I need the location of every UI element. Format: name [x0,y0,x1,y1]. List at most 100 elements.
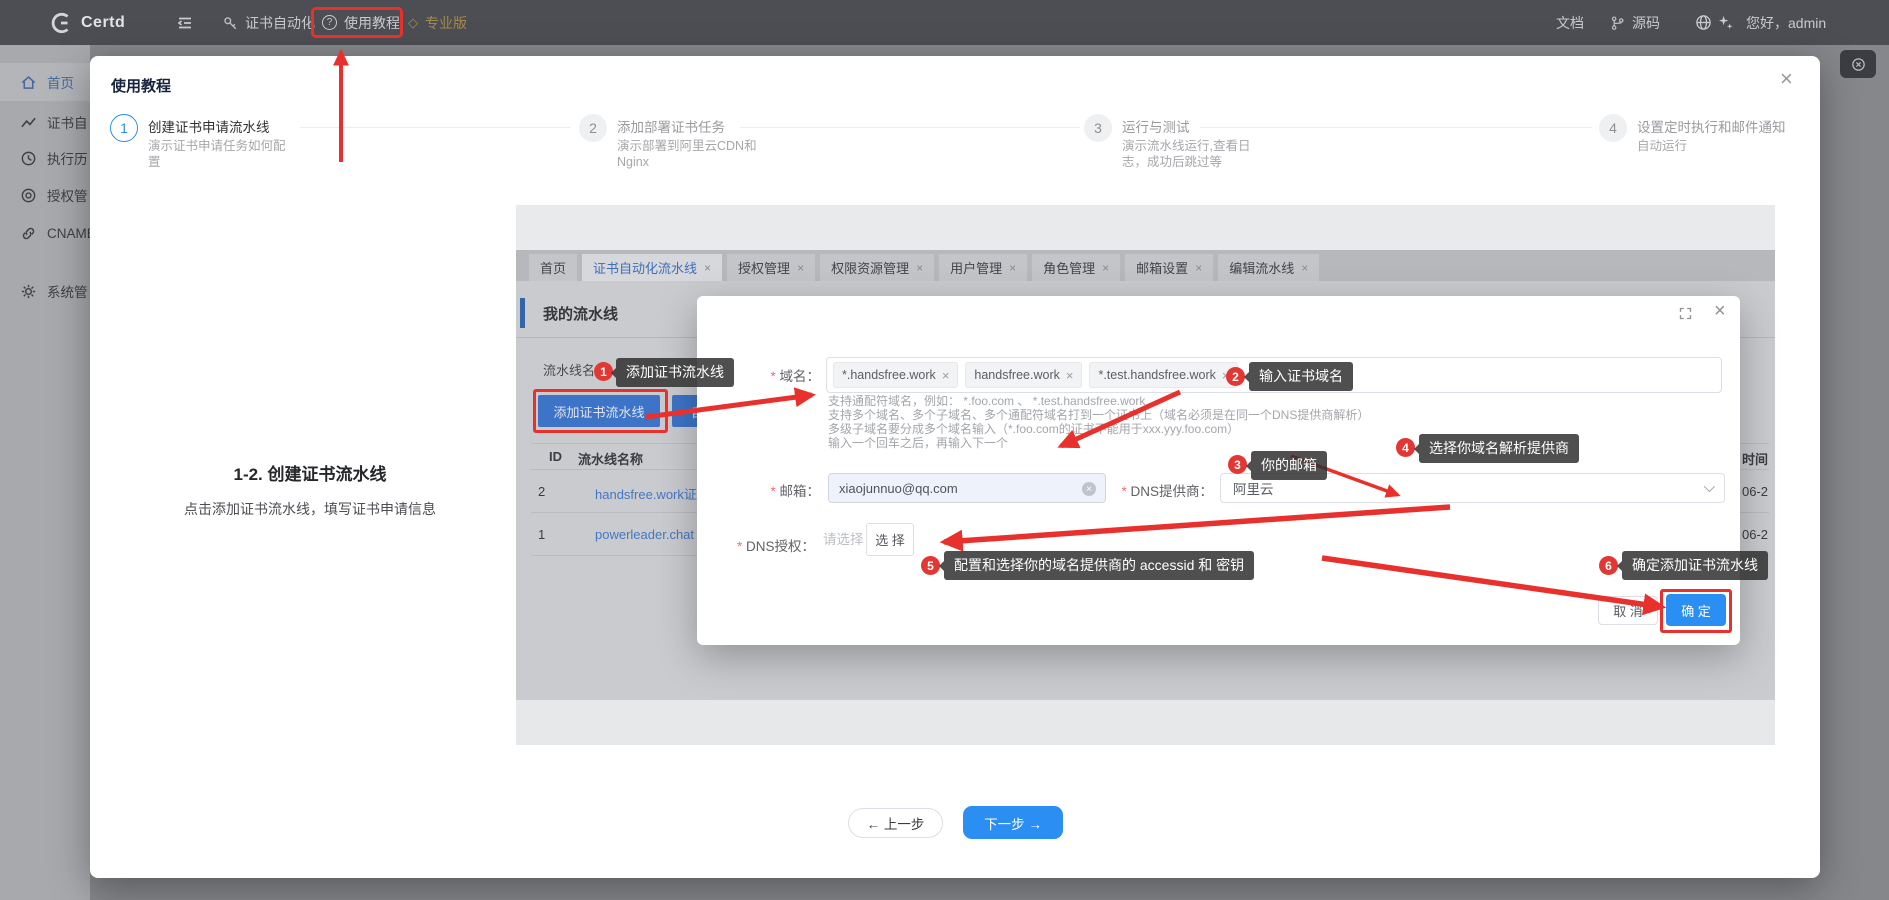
tab-users[interactable]: 用户管理× [939,254,1027,281]
add-pipeline-button[interactable]: 添加证书流水线 [538,395,660,427]
git-branch-icon [1610,15,1625,31]
tutorial-modal: 使用教程 × 1 创建证书申请流水线 演示证书申请任务如何配置 2 添加部署证书… [90,56,1820,878]
tag-remove-icon[interactable]: × [1222,368,1230,383]
notification-close-button[interactable] [1840,50,1876,78]
email-label: 邮箱： [697,480,820,500]
next-step-button[interactable]: 下一步 → [963,806,1063,839]
sidebar-item-cname[interactable]: CNAME [0,214,90,252]
clock-icon [20,150,37,167]
dns-provider-value: 阿里云 [1233,478,1274,498]
nav-tutorial[interactable]: ? 使用教程 [322,0,400,45]
tab-roles[interactable]: 角色管理× [1032,254,1120,281]
sidebar-item-history[interactable]: 执行历 [0,139,90,177]
pipeline-filter-label: 流水线名 [543,360,595,379]
tutorial-close-button[interactable]: × [1776,64,1797,94]
dns-provider-select[interactable]: 阿里云 [1220,473,1725,503]
tab-edit-pipeline[interactable]: 编辑流水线× [1218,254,1319,281]
tab-email-settings[interactable]: 邮箱设置× [1125,254,1213,281]
table-row-time: 06-2 [1742,484,1768,499]
tag-remove-icon[interactable]: × [942,368,950,383]
nav-cert-automation-label: 证书自动化 [245,13,315,33]
cancel-button[interactable]: 取 消 [1598,596,1658,625]
tab-cert-pipeline[interactable]: 证书自动化流水线× [582,254,722,281]
sidebar-item-home[interactable]: 首页 [0,63,90,101]
domain-label: 域名： [697,365,820,385]
chevron-down-icon [1704,481,1715,492]
sparkles-icon [1717,14,1734,31]
tab-permission[interactable]: 权限资源管理× [820,254,934,281]
sidebar: 首页 证书自 执行历 授权管 CNAME [0,45,90,900]
step-connector [300,127,570,128]
clear-input-icon[interactable]: × [1082,482,1096,496]
app-logo-text: Certd [81,14,125,32]
sidebar-item-label: 证书自 [47,112,88,132]
add-pipeline-dialog: × 域名： *.handsfree.work× handsfree.work× … [697,296,1740,645]
step-2-desc: 演示部署到阿里云CDN和Nginx [617,138,759,170]
step-explain-desc: 点击添加证书流水线，填写证书申请信息 [100,499,520,519]
step-1-number: 1 [110,114,138,142]
nav-docs[interactable]: 文档 [1556,0,1584,45]
email-field[interactable] [828,473,1106,503]
demo-footer-strip [516,700,1775,745]
step-4-number: 4 [1599,114,1627,142]
nav-pro-label: 专业版 [425,13,467,33]
table-col-name: 流水线名称 [578,449,643,468]
step-explain-title: 1-2. 创建证书流水线 [100,460,520,485]
sidebar-item-label: 首页 [47,72,74,92]
sidebar-item-cert-automation[interactable]: 证书自 [0,103,90,141]
user-menu[interactable]: 您好，admin [1746,0,1826,45]
nav-docs-label: 文档 [1556,13,1584,33]
step-connector [740,127,1080,128]
step-1-desc: 演示证书申请任务如何配置 [148,138,290,170]
nav-tutorial-label: 使用教程 [344,13,400,33]
sidebar-item-label: 系统管 [47,281,88,301]
sidebar-item-authorization[interactable]: 授权管 [0,176,90,214]
tab-close-icon[interactable]: × [1009,261,1016,275]
fullscreen-icon[interactable] [1678,306,1693,321]
user-greeting: 您好，admin [1746,13,1826,33]
gear-icon [20,283,37,300]
app-logo[interactable]: Certd [48,0,125,45]
tab-close-icon[interactable]: × [797,261,804,275]
pipeline-link[interactable]: handsfree.work证 [595,484,697,503]
tab-home[interactable]: 首页 [529,254,577,281]
nav-cert-automation[interactable]: 证书自动化 [222,0,315,45]
tab-close-icon[interactable]: × [1301,261,1308,275]
tab-close-icon[interactable]: × [1195,261,1202,275]
sidebar-item-system[interactable]: 系统管 [0,272,90,310]
nav-source-label: 源码 [1632,13,1660,33]
confirm-button[interactable]: 确 定 [1666,594,1726,626]
prev-step-button[interactable]: ← 上一步 [848,808,943,838]
dns-provider-label: DNS提供商： [1097,480,1213,500]
trend-chart-icon [20,114,37,131]
step-2: 2 添加部署证书任务 演示部署到阿里云CDN和Nginx [579,114,759,170]
theme-sparkle-button[interactable] [1717,0,1734,45]
tag-remove-icon[interactable]: × [1066,368,1074,383]
tab-authorization[interactable]: 授权管理× [727,254,815,281]
sidebar-item-label: 执行历 [47,148,88,168]
step-1: 1 创建证书申请流水线 演示证书申请任务如何配置 [110,114,290,170]
tab-close-icon[interactable]: × [704,261,711,275]
collapse-menu-icon [176,14,194,32]
step-3-desc: 演示流水线运行,查看日志，成功后跳过等 [1122,138,1264,170]
home-icon [20,74,37,91]
tab-close-icon[interactable]: × [1102,261,1109,275]
dialog-close-button[interactable]: × [1714,300,1726,323]
certd-logo-icon [48,10,74,36]
step-3: 3 运行与测试 演示流水线运行,查看日志，成功后跳过等 [1084,114,1264,170]
language-button[interactable] [1695,0,1712,45]
close-circle-icon [1851,57,1866,72]
pipeline-link[interactable]: powerleader.chat [595,527,694,542]
domain-tag: *.test.handsfree.work× [1089,362,1238,388]
demo-tabbar: 首页 证书自动化流水线× 授权管理× 权限资源管理× 用户管理× 角色管理× 邮… [516,250,1775,281]
table-row-time: 06-2 [1742,527,1768,542]
sidebar-collapse-button[interactable] [176,0,194,45]
nav-pro-version[interactable]: ◇ 专业版 [408,0,467,45]
step-2-number: 2 [579,114,607,142]
domain-tags-input[interactable]: *.handsfree.work× handsfree.work× *.test… [826,357,1722,393]
dns-auth-select-button[interactable]: 选 择 [866,523,914,556]
table-row-id: 1 [538,527,545,542]
sidebar-item-label: CNAME [47,226,90,241]
tab-close-icon[interactable]: × [916,261,923,275]
nav-source-code[interactable]: 源码 [1610,0,1660,45]
